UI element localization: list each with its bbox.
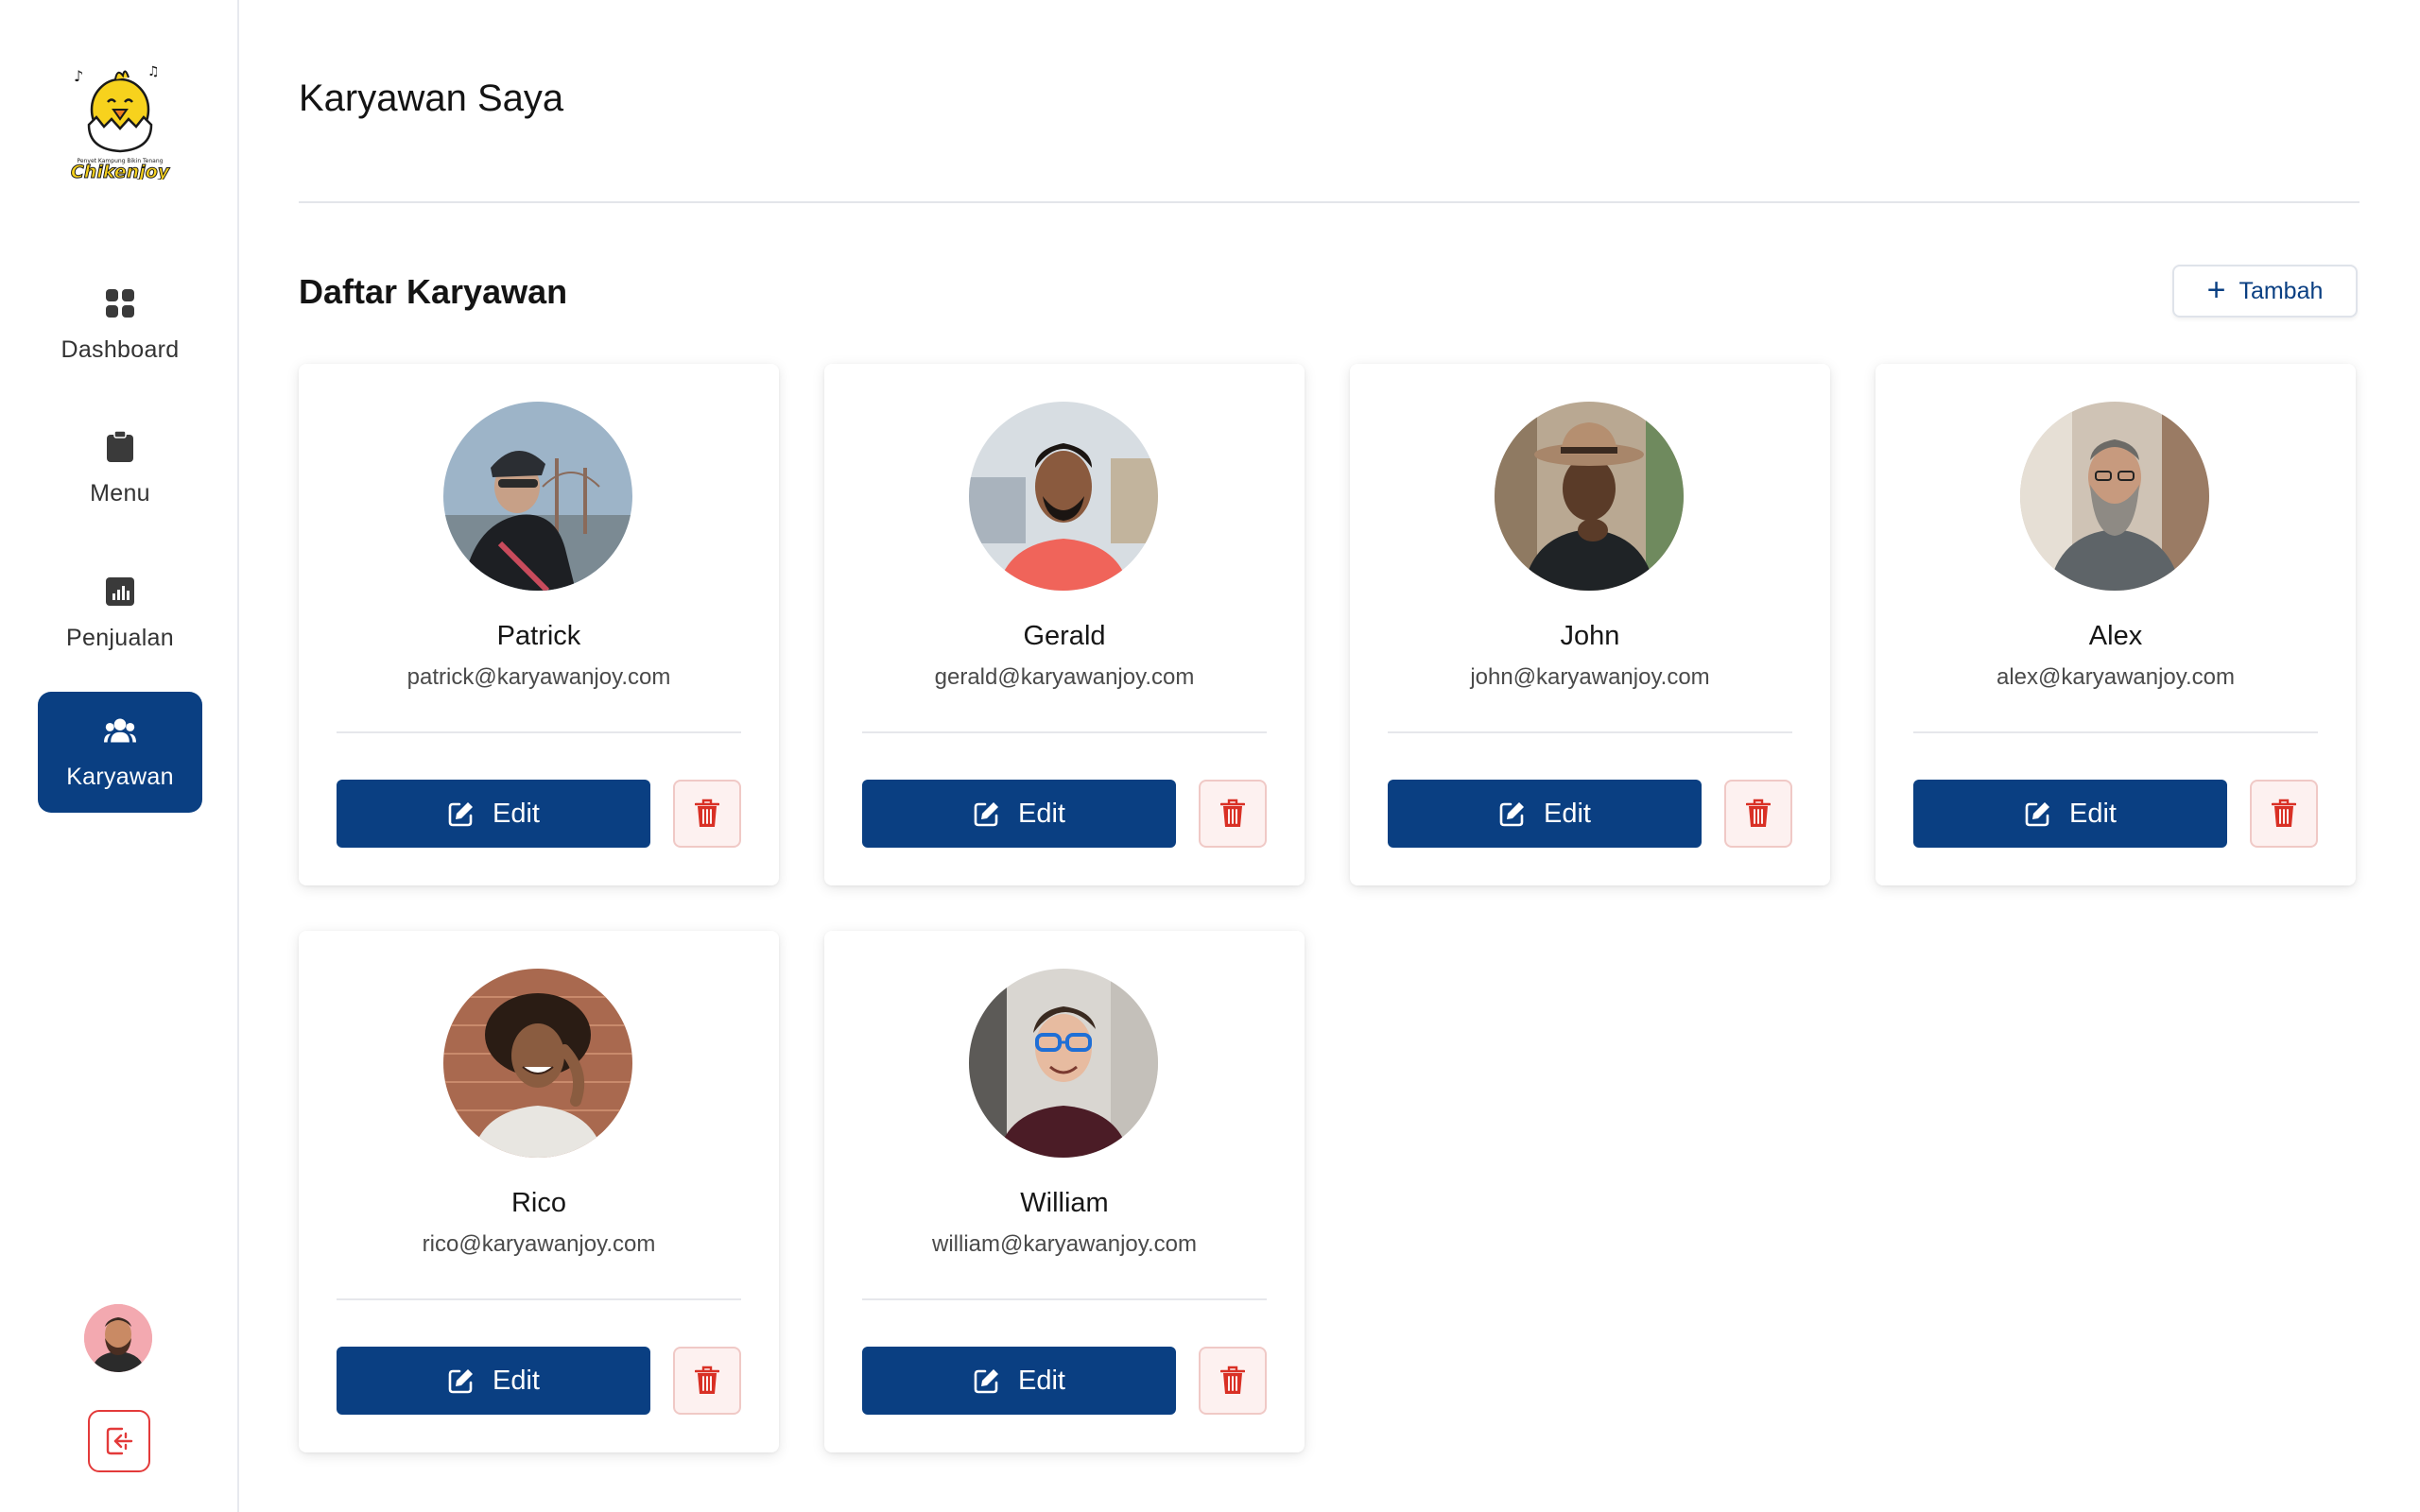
employee-photo — [969, 402, 1158, 591]
page-title: Karyawan Saya — [299, 77, 564, 119]
edit-button[interactable]: Edit — [337, 1347, 650, 1415]
employee-photo — [443, 402, 632, 591]
edit-label: Edit — [2069, 798, 2117, 829]
trash-icon — [1220, 1366, 1245, 1394]
header-divider — [299, 201, 2360, 203]
edit-icon — [448, 802, 473, 827]
chart-icon — [104, 576, 136, 608]
employee-email: alex@karyawanjoy.com — [1996, 664, 2235, 690]
employee-email: rico@karyawanjoy.com — [422, 1231, 656, 1257]
card-divider — [337, 1298, 741, 1300]
sidebar: ♪ ♫ Penyet Kampung Bikin Tenang Chikenjo… — [0, 0, 239, 1512]
svg-text:♪: ♪ — [74, 67, 83, 85]
delete-button[interactable] — [1199, 780, 1267, 848]
employee-photo — [443, 969, 632, 1158]
card-divider — [1913, 731, 2318, 733]
employee-card: Alex alex@karyawanjoy.com Edit — [1876, 364, 2356, 885]
trash-icon — [2272, 799, 2296, 827]
employee-name: Alex — [2088, 621, 2143, 651]
edit-button[interactable]: Edit — [862, 780, 1176, 848]
employee-name: Patrick — [496, 621, 581, 651]
svg-text:Chikenjoy: Chikenjoy — [71, 162, 171, 180]
edit-button[interactable]: Edit — [1913, 780, 2227, 848]
chikenjoy-logo[interactable]: ♪ ♫ Penyet Kampung Bikin Tenang Chikenjo… — [68, 55, 172, 183]
edit-button[interactable]: Edit — [862, 1347, 1176, 1415]
employee-name: Gerald — [1023, 621, 1106, 651]
card-divider — [862, 731, 1267, 733]
employee-name: Rico — [510, 1188, 566, 1218]
card-divider — [862, 1298, 1267, 1300]
employee-card: William william@karyawanjoy.com Edit — [824, 931, 1305, 1452]
employee-photo — [969, 969, 1158, 1158]
sidebar-item-label: Penjualan — [66, 624, 174, 651]
user-avatar[interactable] — [84, 1304, 152, 1372]
logout-button[interactable] — [88, 1410, 150, 1472]
card-divider — [1388, 731, 1792, 733]
employee-card: Patrick patrick@karyawanjoy.com Edit — [299, 364, 779, 885]
edit-label: Edit — [493, 1365, 540, 1396]
dashboard-icon — [104, 287, 136, 319]
edit-icon — [974, 802, 998, 827]
delete-button[interactable] — [1199, 1347, 1267, 1415]
trash-icon — [695, 1366, 719, 1394]
edit-label: Edit — [493, 798, 540, 829]
edit-icon — [448, 1369, 473, 1394]
plus-icon: + — [2206, 271, 2226, 308]
employee-name: John — [1560, 621, 1620, 651]
sidebar-item-label: Dashboard — [60, 335, 180, 363]
sidebar-item-karyawan[interactable]: Karyawan — [38, 692, 202, 813]
edit-icon — [974, 1369, 998, 1394]
section-title: Daftar Karyawan — [299, 272, 568, 311]
edit-button[interactable]: Edit — [1388, 780, 1702, 848]
employee-email: john@karyawanjoy.com — [1470, 664, 1710, 690]
trash-icon — [1746, 799, 1771, 827]
employee-card: Gerald gerald@karyawanjoy.com Edit — [824, 364, 1305, 885]
add-button-label: Tambah — [2238, 277, 2324, 304]
users-icon — [104, 714, 136, 747]
edit-label: Edit — [1018, 1365, 1065, 1396]
svg-text:♫: ♫ — [147, 64, 160, 79]
sidebar-item-menu[interactable]: Menu — [38, 408, 202, 529]
logout-icon — [106, 1427, 133, 1455]
card-divider — [337, 731, 741, 733]
sidebar-item-penjualan[interactable]: Penjualan — [38, 553, 202, 674]
employee-photo — [1495, 402, 1684, 591]
edit-label: Edit — [1544, 798, 1591, 829]
employee-photo — [2020, 402, 2209, 591]
employee-card: John john@karyawanjoy.com Edit — [1350, 364, 1830, 885]
delete-button[interactable] — [673, 780, 741, 848]
sidebar-item-dashboard[interactable]: Dashboard — [38, 265, 202, 386]
edit-label: Edit — [1018, 798, 1065, 829]
sidebar-item-label: Karyawan — [66, 763, 174, 790]
employee-name: William — [1020, 1188, 1109, 1218]
delete-button[interactable] — [2250, 780, 2318, 848]
edit-icon — [2025, 802, 2049, 827]
delete-button[interactable] — [673, 1347, 741, 1415]
trash-icon — [695, 799, 719, 827]
edit-icon — [1499, 802, 1524, 827]
edit-button[interactable]: Edit — [337, 780, 650, 848]
chick-logo-icon: ♪ ♫ Penyet Kampung Bikin Tenang Chikenjo… — [70, 64, 171, 183]
employee-card: Rico rico@karyawanjoy.com Edit — [299, 931, 779, 1452]
delete-button[interactable] — [1724, 780, 1792, 848]
clipboard-icon — [104, 430, 136, 463]
trash-icon — [1220, 799, 1245, 827]
sidebar-item-label: Menu — [90, 479, 150, 507]
employee-email: patrick@karyawanjoy.com — [406, 664, 671, 690]
employee-email: gerald@karyawanjoy.com — [934, 664, 1195, 690]
employee-email: william@karyawanjoy.com — [932, 1231, 1197, 1257]
add-employee-button[interactable]: + Tambah — [2172, 265, 2358, 318]
